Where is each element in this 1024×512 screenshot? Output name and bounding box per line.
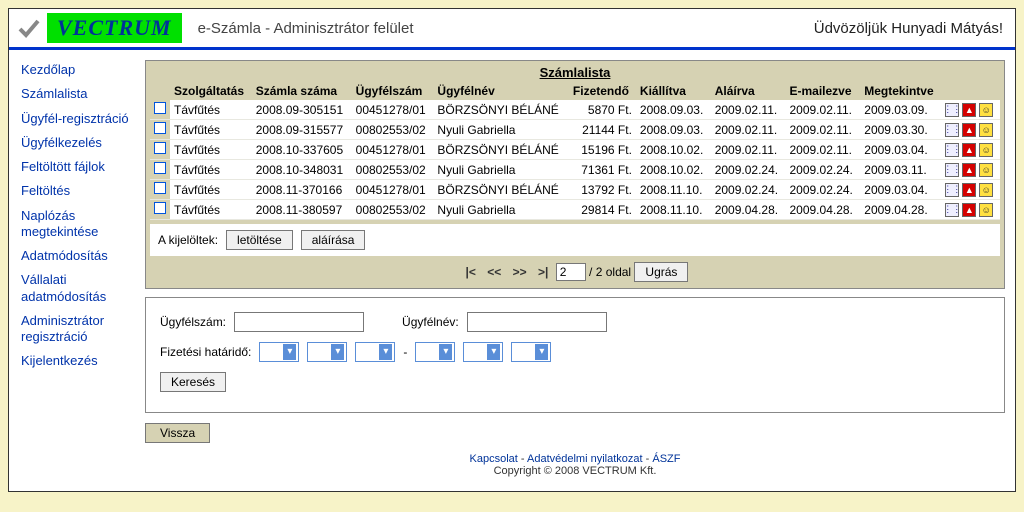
print-icon[interactable]: ☺	[979, 143, 993, 157]
table-row: Távfűtés2008.11-37016600451278/01BÖRZSÖN…	[150, 180, 1000, 200]
pdf-icon[interactable]: ▲	[962, 123, 976, 137]
col-header: Aláírva	[711, 82, 786, 100]
nav-item-3[interactable]: Ügyfélkezelés	[21, 135, 139, 151]
date-dash: -	[403, 345, 407, 359]
header-bar: VECTRUM e-Számla - Adminisztrátor felüle…	[9, 9, 1015, 50]
col-header: Ügyfélszám	[352, 82, 434, 100]
nav-item-6[interactable]: Naplózás megtekintése	[21, 208, 139, 241]
nav-item-4[interactable]: Feltöltött fájlok	[21, 159, 139, 175]
footer-aszf[interactable]: ÁSZF	[652, 453, 680, 465]
fhat-label: Fizetési határidő:	[160, 345, 251, 359]
date-from-month[interactable]	[307, 342, 347, 362]
content-area: Számlalista SzolgáltatásSzámla számaÜgyf…	[139, 50, 1015, 491]
col-header: Fizetendő	[569, 82, 636, 100]
sign-button[interactable]: aláírása	[301, 230, 366, 250]
pager-last[interactable]: >|	[538, 265, 548, 279]
footer-adat[interactable]: Adatvédelmi nyilatkozat	[527, 453, 643, 465]
list-title: Számlalista	[150, 65, 1000, 80]
col-header: Szolgáltatás	[170, 82, 252, 100]
nav-item-7[interactable]: Adatmódosítás	[21, 248, 139, 264]
pdf-icon[interactable]: ▲	[962, 163, 976, 177]
search-button[interactable]: Keresés	[160, 372, 226, 392]
logo: VECTRUM	[15, 13, 182, 43]
print-icon[interactable]: ☺	[979, 103, 993, 117]
nav-item-0[interactable]: Kezdőlap	[21, 62, 139, 78]
footer-kapcsolat[interactable]: Kapcsolat	[470, 453, 518, 465]
download-button[interactable]: letöltése	[226, 230, 293, 250]
footer: Kapcsolat - Adatvédelmi nyilatkozat - ÁS…	[145, 449, 1005, 485]
col-header: Ügyfélnév	[433, 82, 568, 100]
page-title: e-Számla - Adminisztrátor felület	[198, 20, 414, 37]
details-icon[interactable]: ⋮⋮	[945, 103, 959, 117]
nav-item-5[interactable]: Feltöltés	[21, 183, 139, 199]
details-icon[interactable]: ⋮⋮	[945, 203, 959, 217]
details-icon[interactable]: ⋮⋮	[945, 163, 959, 177]
pager-go-button[interactable]: Ugrás	[634, 262, 688, 282]
date-from-day[interactable]	[355, 342, 395, 362]
row-checkbox[interactable]	[154, 142, 166, 154]
search-panel: Ügyfélszám: Ügyfélnév: Fizetési határidő…	[145, 297, 1005, 413]
pdf-icon[interactable]: ▲	[962, 103, 976, 117]
date-to-day[interactable]	[511, 342, 551, 362]
ugyfelszam-label: Ügyfélszám:	[160, 315, 226, 329]
nav-item-1[interactable]: Számlalista	[21, 86, 139, 102]
welcome-text: Üdvözöljük Hunyadi Mátyás!	[814, 20, 1009, 37]
pager-page-input[interactable]	[556, 263, 586, 281]
pager-prev[interactable]: <<	[487, 265, 501, 279]
date-to-year[interactable]	[415, 342, 455, 362]
col-header: Megtekintve	[860, 82, 941, 100]
ugyfelnev-label: Ügyfélnév:	[402, 315, 459, 329]
date-to-month[interactable]	[463, 342, 503, 362]
pager-total: / 2 oldal	[589, 265, 631, 279]
details-icon[interactable]: ⋮⋮	[945, 143, 959, 157]
ugyfelnev-input[interactable]	[467, 312, 607, 332]
table-row: Távfűtés2008.09-31557700802553/02Nyuli G…	[150, 120, 1000, 140]
nav-item-8[interactable]: Vállalati adatmódosítás	[21, 272, 139, 305]
col-header: Számla száma	[252, 82, 352, 100]
invoice-table: SzolgáltatásSzámla számaÜgyfélszámÜgyfél…	[150, 82, 1000, 220]
selection-actions: A kijelöltek: letöltése aláírása	[150, 224, 1000, 256]
nav-item-9[interactable]: Adminisztrátor regisztráció	[21, 313, 139, 346]
ugyfelszam-input[interactable]	[234, 312, 364, 332]
pager-first[interactable]: |<	[466, 265, 476, 279]
print-icon[interactable]: ☺	[979, 183, 993, 197]
col-header: E-mailezve	[785, 82, 860, 100]
footer-copyright: Copyright © 2008 VECTRUM Kft.	[145, 465, 1005, 477]
table-row: Távfűtés2008.09-30515100451278/01BÖRZSÖN…	[150, 100, 1000, 120]
details-icon[interactable]: ⋮⋮	[945, 123, 959, 137]
brand-text: VECTRUM	[47, 13, 182, 43]
selected-label: A kijelöltek:	[158, 233, 218, 247]
col-header: Kiállítva	[636, 82, 711, 100]
pdf-icon[interactable]: ▲	[962, 203, 976, 217]
row-checkbox[interactable]	[154, 202, 166, 214]
table-row: Távfűtés2008.10-34803100802553/02Nyuli G…	[150, 160, 1000, 180]
row-checkbox[interactable]	[154, 162, 166, 174]
print-icon[interactable]: ☺	[979, 203, 993, 217]
sidebar: Kezdőlap Számlalista Ügyfél-regisztráció Üg…	[9, 50, 139, 491]
pdf-icon[interactable]: ▲	[962, 183, 976, 197]
nav-item-10[interactable]: Kijelentkezés	[21, 353, 139, 369]
details-icon[interactable]: ⋮⋮	[945, 183, 959, 197]
row-checkbox[interactable]	[154, 182, 166, 194]
row-checkbox[interactable]	[154, 122, 166, 134]
row-checkbox[interactable]	[154, 102, 166, 114]
print-icon[interactable]: ☺	[979, 163, 993, 177]
pager-next[interactable]: >>	[513, 265, 527, 279]
back-button[interactable]: Vissza	[145, 423, 210, 443]
nav-item-2[interactable]: Ügyfél-regisztráció	[21, 111, 139, 127]
table-row: Távfűtés2008.11-38059700802553/02Nyuli G…	[150, 200, 1000, 220]
pager: |< << >> >| / 2 oldal Ugrás	[150, 256, 1000, 284]
date-from-year[interactable]	[259, 342, 299, 362]
table-row: Távfűtés2008.10-33760500451278/01BÖRZSÖN…	[150, 140, 1000, 160]
print-icon[interactable]: ☺	[979, 123, 993, 137]
pdf-icon[interactable]: ▲	[962, 143, 976, 157]
check-icon	[15, 16, 43, 40]
invoice-list-panel: Számlalista SzolgáltatásSzámla számaÜgyf…	[145, 60, 1005, 289]
